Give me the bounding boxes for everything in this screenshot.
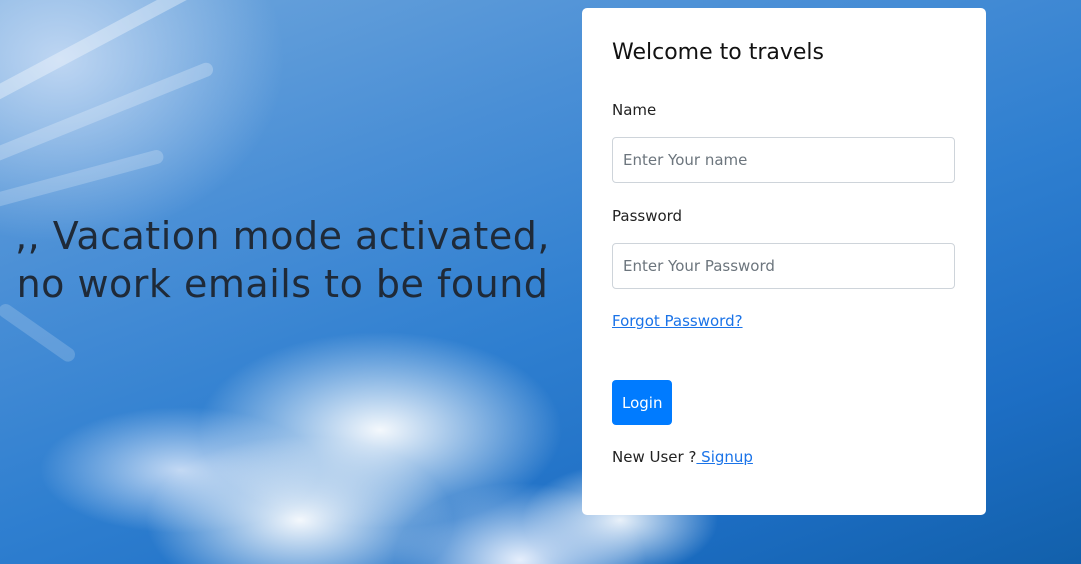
name-input[interactable] — [612, 137, 955, 183]
login-title: Welcome to travels — [612, 40, 824, 65]
password-label: Password — [612, 207, 683, 225]
login-button[interactable]: Login — [612, 380, 673, 425]
background-streak — [0, 0, 213, 109]
hero-quote: ,, Vacation mode activated, no work emai… — [0, 212, 565, 308]
background-streak — [0, 148, 165, 214]
hero-quote-line1: ,, Vacation mode activated, — [15, 214, 550, 258]
hero-quote-line2: no work emails to be found — [16, 262, 549, 306]
name-label: Name — [612, 101, 657, 119]
forgot-password-link[interactable]: Forgot Password? — [612, 312, 743, 330]
background-streak — [0, 301, 78, 365]
login-card: Welcome to travels Name Password Forgot … — [582, 8, 986, 515]
new-user-text: New User ? — [612, 448, 697, 466]
signup-line: New User ? Signup — [612, 448, 753, 466]
signup-link[interactable]: Signup — [696, 448, 753, 466]
password-input[interactable] — [612, 243, 955, 289]
